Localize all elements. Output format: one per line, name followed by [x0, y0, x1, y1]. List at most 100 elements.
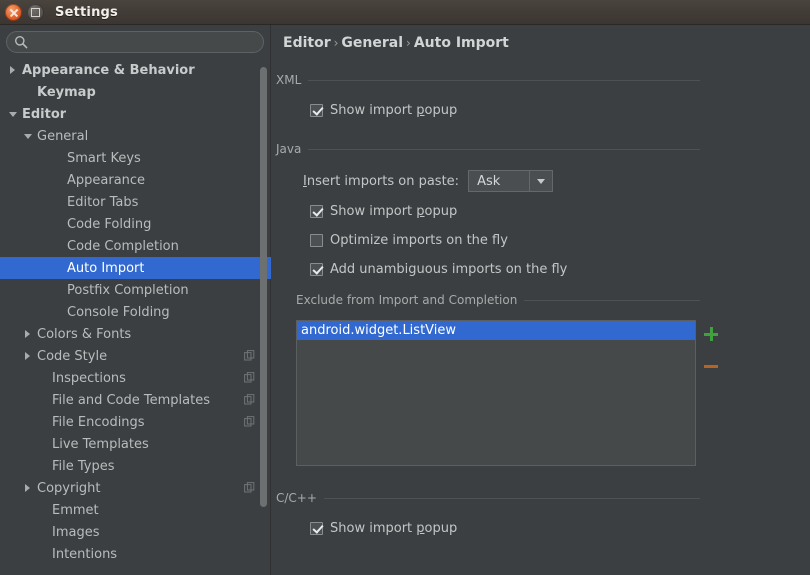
close-icon[interactable] [5, 3, 22, 21]
java-section-header: Java [276, 142, 700, 156]
sidebar-item-emmet[interactable]: Emmet [0, 499, 271, 521]
sidebar-item-code-completion[interactable]: Code Completion [0, 235, 271, 257]
copy-settings-icon [244, 350, 255, 361]
cpp-section: C/C++ Show import popup [276, 491, 700, 538]
optimize-imports-checkbox-row[interactable]: Optimize imports on the fly [310, 230, 700, 250]
sidebar-item-code-style[interactable]: Code Style [0, 345, 271, 367]
cpp-section-title: C/C++ [276, 491, 317, 505]
sidebar-item-file-types[interactable]: File Types [0, 455, 271, 477]
sidebar-item-label: Images [52, 524, 100, 540]
chevron-down-icon[interactable] [529, 171, 552, 191]
sidebar-item-colors-fonts[interactable]: Colors & Fonts [0, 323, 271, 345]
sidebar-item-label: General [37, 128, 89, 144]
cpp-show-import-popup-checkbox-row[interactable]: Show import popup [310, 518, 700, 538]
search-field[interactable] [6, 31, 264, 53]
chevron-down-icon[interactable] [8, 109, 19, 120]
sidebar-item-live-templates[interactable]: Live Templates [0, 433, 271, 455]
xml-show-import-popup-checkbox[interactable] [310, 103, 323, 117]
sidebar-item-label: Console Folding [67, 304, 170, 320]
xml-show-import-popup-checkbox-row[interactable]: Show import popup [310, 100, 700, 120]
chevron-right-icon[interactable] [8, 65, 19, 76]
sidebar-item-file-encodings[interactable]: File Encodings [0, 411, 271, 433]
exclude-list[interactable]: android.widget.ListView [296, 320, 696, 466]
sidebar-item-label: Editor [22, 106, 67, 122]
sidebar-item-label: Live Templates [52, 436, 149, 452]
sidebar-item-code-folding[interactable]: Code Folding [0, 213, 271, 235]
sidebar-item-file-and-code-templates[interactable]: File and Code Templates [0, 389, 271, 411]
sidebar-item-label: Code Completion [67, 238, 179, 254]
sidebar-item-editor-tabs[interactable]: Editor Tabs [0, 191, 271, 213]
exclude-list-buttons [700, 322, 722, 378]
xml-section-header: XML [276, 73, 700, 87]
sidebar-item-editor[interactable]: Editor [0, 103, 271, 125]
search-input[interactable] [6, 31, 264, 53]
cpp-show-import-popup-checkbox[interactable] [310, 521, 323, 535]
chevron-right-icon[interactable] [23, 483, 34, 494]
exclude-section-header: Exclude from Import and Completion [296, 293, 700, 307]
cpp-show-import-popup-label: Show import popup [330, 520, 458, 536]
sidebar-item-inspections[interactable]: Inspections [0, 367, 271, 389]
sidebar-scrollbar[interactable] [260, 59, 267, 571]
sidebar-item-keymap[interactable]: Keymap [0, 81, 271, 103]
cpp-section-header: C/C++ [276, 491, 700, 505]
sidebar-item-label: Intentions [52, 546, 118, 562]
sidebar-item-label: Keymap [37, 84, 96, 100]
settings-main-panel: Editor › General › Auto Import XML Show impo… [272, 25, 810, 575]
xml-section-title: XML [276, 73, 302, 87]
add-unambiguous-imports-checkbox[interactable] [310, 262, 323, 276]
breadcrumb: Editor › General › Auto Import [283, 35, 509, 51]
sidebar-item-auto-import[interactable]: Auto Import [0, 257, 271, 279]
chevron-right-icon[interactable] [23, 329, 34, 340]
breadcrumb-part-1: Editor [283, 35, 331, 51]
add-unambiguous-imports-label: Add unambiguous imports on the fly [330, 261, 568, 277]
sidebar-item-label: Smart Keys [67, 150, 141, 166]
sidebar-item-label: Editor Tabs [67, 194, 139, 210]
sidebar-item-appearance[interactable]: Appearance [0, 169, 271, 191]
sidebar-item-label: Emmet [52, 502, 99, 518]
optimize-imports-checkbox[interactable] [310, 233, 323, 247]
sidebar-item-general[interactable]: General [0, 125, 271, 147]
section-divider [524, 299, 700, 301]
sidebar-item-label: Inspections [52, 370, 126, 386]
sidebar-item-smart-keys[interactable]: Smart Keys [0, 147, 271, 169]
sidebar-item-label: Auto Import [67, 260, 145, 276]
insert-imports-on-paste-value: Ask [477, 173, 501, 189]
copy-settings-icon [244, 416, 255, 427]
sidebar-item-intentions[interactable]: Intentions [0, 543, 271, 565]
sidebar-item-label: Colors & Fonts [37, 326, 132, 342]
insert-imports-on-paste-label: Insert imports on paste: [303, 173, 460, 189]
settings-tree[interactable]: Appearance & Behavior Keymap Editor General… [0, 59, 271, 575]
sidebar-item-appearance-behavior[interactable]: Appearance & Behavior [0, 59, 271, 81]
add-button[interactable] [700, 322, 722, 346]
insert-imports-on-paste-select[interactable]: Ask [468, 170, 554, 192]
sidebar-scrollbar-thumb[interactable] [260, 67, 267, 507]
chevron-right-icon[interactable] [23, 351, 34, 362]
java-show-import-popup-checkbox[interactable] [310, 204, 323, 218]
sidebar-item-postfix-completion[interactable]: Postfix Completion [0, 279, 271, 301]
sidebar-item-copyright[interactable]: Copyright [0, 477, 271, 499]
xml-show-import-popup-label: Show import popup [330, 102, 458, 118]
java-show-import-popup-checkbox-row[interactable]: Show import popup [310, 201, 700, 221]
sidebar-item-images[interactable]: Images [0, 521, 271, 543]
remove-button[interactable] [700, 354, 722, 378]
chevron-down-icon[interactable] [23, 131, 34, 142]
exclude-list-item[interactable]: android.widget.ListView [297, 321, 695, 340]
sidebar-item-label: Appearance [67, 172, 146, 188]
exclude-section: Exclude from Import and Completion [296, 293, 700, 307]
add-unambiguous-imports-checkbox-row[interactable]: Add unambiguous imports on the fly [310, 259, 700, 279]
java-show-import-popup-label: Show import popup [330, 203, 458, 219]
maximize-icon[interactable] [27, 3, 44, 21]
copy-settings-icon [244, 482, 255, 493]
window-title: Settings [55, 4, 118, 20]
sidebar-item-label: Code Folding [67, 216, 152, 232]
sidebar-item-console-folding[interactable]: Console Folding [0, 301, 271, 323]
sidebar-item-label: File Encodings [52, 414, 145, 430]
